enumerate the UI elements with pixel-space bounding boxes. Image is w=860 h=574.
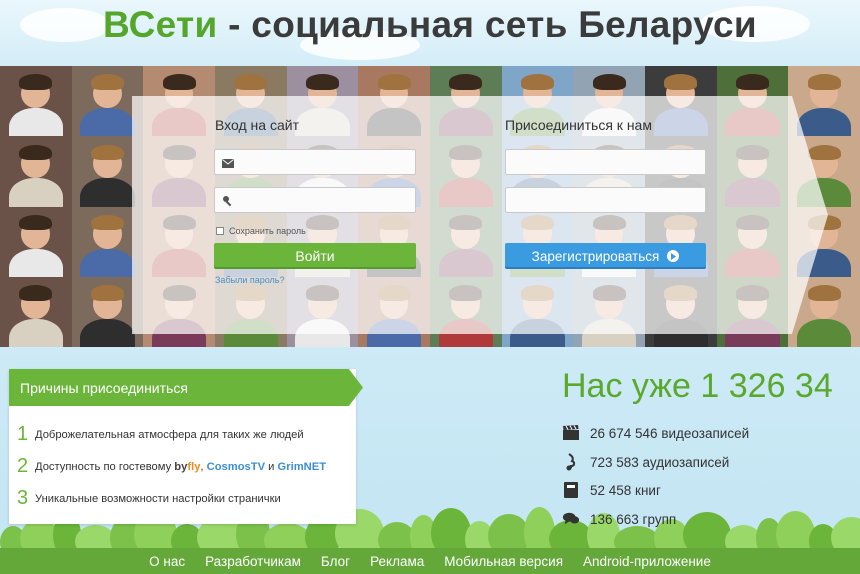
key-icon: [221, 194, 235, 208]
footer-link-blog[interactable]: Блог: [321, 554, 350, 569]
login-email-field[interactable]: [214, 149, 416, 175]
separator: и: [265, 460, 278, 473]
login-email-input[interactable]: [239, 152, 409, 172]
remember-password[interactable]: Сохранить пароль: [216, 226, 306, 236]
reason-number: 2: [17, 455, 29, 477]
login-password-field[interactable]: [214, 187, 416, 213]
login-button[interactable]: Войти: [214, 243, 416, 269]
stat-videos[interactable]: 26 674 546 видеозаписей: [562, 424, 749, 442]
register-button[interactable]: Зарегистрироваться: [505, 243, 706, 269]
member-photo: [0, 276, 72, 347]
envelope-icon: [221, 156, 235, 170]
isp-grimnet-link[interactable]: GrimNET: [278, 461, 327, 473]
isp-byfly-part2: fly: [187, 460, 201, 473]
stat-groups-text: 136 663 групп: [590, 511, 677, 527]
register-field-1[interactable]: [505, 149, 706, 175]
member-photo: [0, 206, 72, 277]
footer-link-developers[interactable]: Разработчикам: [205, 554, 301, 569]
stat-books[interactable]: 52 458 книг: [562, 481, 661, 499]
site-title: ВСети - социальная сеть Беларуси: [0, 4, 860, 46]
clapperboard-icon: [562, 424, 580, 442]
remember-label: Сохранить пароль: [229, 226, 306, 236]
stat-audio-text: 723 583 аудиозаписей: [590, 454, 730, 470]
reason-number: 3: [17, 487, 29, 509]
login-password-input[interactable]: [239, 190, 409, 210]
site-tagline: - социальная сеть Беларуси: [217, 4, 757, 45]
reason-text-prefix: Доступность по гостевому: [35, 460, 175, 473]
remember-checkbox[interactable]: [216, 227, 224, 235]
register-button-label: Зарегистрироваться: [531, 248, 660, 264]
member-photo: [0, 66, 72, 137]
site-header: ВСети - социальная сеть Беларуси: [0, 0, 860, 66]
member-photo: [0, 136, 72, 207]
isp-byfly-part1: by: [174, 460, 188, 473]
members-counter: Нас уже 1 326 34: [562, 367, 833, 405]
chat-bubbles-icon: [562, 510, 580, 528]
forgot-password-link[interactable]: Забыли пароль?: [215, 275, 284, 285]
footer-link-android[interactable]: Android-приложение: [583, 554, 711, 569]
reason-item: 2 Доступность по гостевому byfly, Cosmos…: [17, 455, 326, 478]
stat-audio[interactable]: 723 583 аудиозаписей: [562, 453, 729, 471]
footer-nav: О нас Разработчикам Блог Реклама Мобильн…: [0, 548, 860, 574]
reason-text: Доброжелательная атмосфера для таких же …: [35, 428, 304, 441]
site-brand[interactable]: ВСети: [103, 4, 218, 45]
reason-item: 3 Уникальные возможности настройки стран…: [17, 487, 281, 510]
stat-groups[interactable]: 136 663 групп: [562, 510, 676, 528]
isp-byfly-link[interactable]: byfly: [174, 461, 200, 473]
auth-panel-arrow: [792, 96, 828, 334]
register-input-2[interactable]: [512, 190, 699, 210]
reasons-title: Причины присоединиться: [9, 369, 363, 406]
reason-number: 1: [17, 423, 29, 445]
login-title: Вход на сайт: [215, 117, 299, 133]
reason-item: 1 Доброжелательная атмосфера для таких ж…: [17, 423, 304, 446]
reasons-box: Причины присоединиться 1 Доброжелательна…: [9, 369, 363, 524]
book-icon: [562, 481, 580, 499]
footer-link-about[interactable]: О нас: [149, 554, 185, 569]
stat-videos-text: 26 674 546 видеозаписей: [590, 425, 750, 441]
arrow-right-circle-icon: [667, 250, 680, 262]
footer-link-mobile[interactable]: Мобильная версия: [444, 554, 563, 569]
register-title: Присоединиться к нам: [505, 117, 652, 133]
footer-link-ads[interactable]: Реклама: [370, 554, 424, 569]
reason-text: Уникальные возможности настройки странич…: [35, 492, 281, 505]
reason-text: Доступность по гостевому byfly, CosmosTV…: [35, 461, 326, 473]
music-note-icon: [562, 453, 580, 471]
isp-cosmostv-link[interactable]: CosmosTV: [207, 461, 265, 473]
stat-books-text: 52 458 книг: [590, 482, 661, 498]
register-input-1[interactable]: [512, 152, 699, 172]
register-field-2[interactable]: [505, 187, 706, 213]
